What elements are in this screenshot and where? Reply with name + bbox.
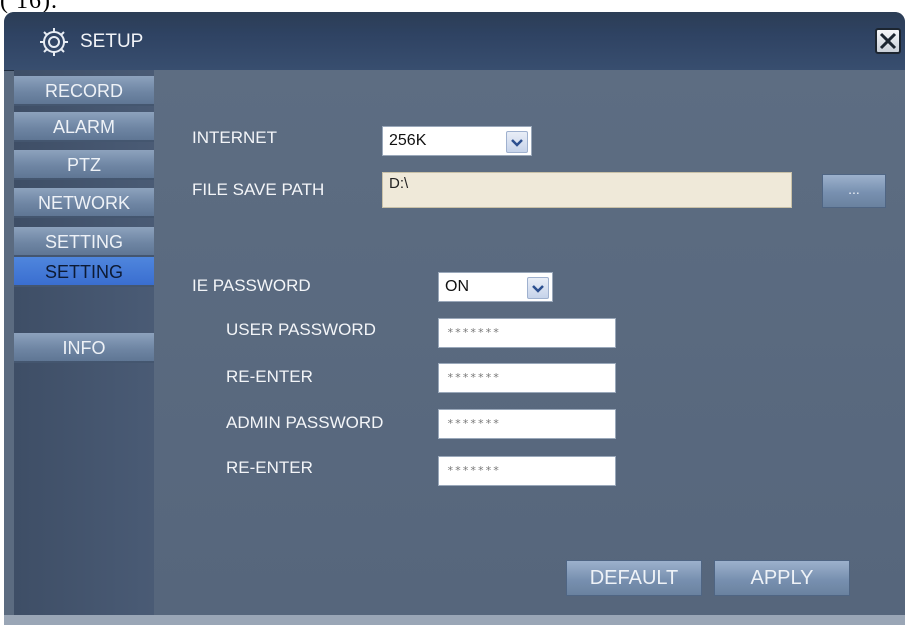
internet-select-value: 256K (389, 132, 427, 149)
sidebar-item-alarm[interactable]: ALARM (14, 112, 154, 142)
sidebar-item-info[interactable]: INFO (14, 333, 154, 363)
sidebar-item-record[interactable]: RECORD (14, 76, 154, 106)
sidebar-item-setting-active[interactable]: SETTING (14, 257, 154, 287)
default-button[interactable]: DEFAULT (566, 560, 702, 596)
setup-window: SETUP RECORD ALARM PTZ NETWORK SETTING S… (4, 12, 905, 625)
file-save-path-label: FILE SAVE PATH (192, 180, 325, 199)
internet-select[interactable]: 256K (382, 126, 532, 156)
apply-button[interactable]: APPLY (714, 560, 850, 596)
file-save-path-field[interactable]: D:\ (382, 172, 792, 208)
ie-password-select-value: ON (445, 278, 469, 295)
sidebar-item-ptz[interactable]: PTZ (14, 150, 154, 180)
window-title: SETUP (80, 31, 144, 52)
admin-reenter-label: RE-ENTER (226, 458, 313, 477)
settings-panel: INTERNET 256K FILE SAVE PATH D:\ ... IE … (154, 70, 905, 615)
admin-password-field[interactable]: ******* (438, 409, 616, 439)
bottom-edge (4, 615, 905, 625)
ie-password-label: IE PASSWORD (192, 276, 311, 295)
title-bar: SETUP (4, 12, 905, 71)
close-button[interactable] (875, 28, 901, 54)
user-reenter-field[interactable]: ******* (438, 363, 616, 393)
user-password-label: USER PASSWORD (226, 320, 376, 339)
gear-icon (40, 28, 68, 56)
user-password-field[interactable]: ******* (438, 318, 616, 348)
sidebar: RECORD ALARM PTZ NETWORK SETTING SETTING… (14, 70, 154, 615)
admin-reenter-field[interactable]: ******* (438, 456, 616, 486)
admin-password-label: ADMIN PASSWORD (226, 413, 384, 432)
ie-password-select[interactable]: ON (438, 272, 553, 302)
chevron-down-icon (506, 131, 528, 153)
chevron-down-icon (527, 277, 549, 299)
user-reenter-label: RE-ENTER (226, 367, 313, 386)
sidebar-item-setting[interactable]: SETTING (14, 227, 154, 257)
browse-button[interactable]: ... (822, 174, 886, 208)
internet-label: INTERNET (192, 128, 277, 147)
sidebar-item-network[interactable]: NETWORK (14, 188, 154, 218)
close-icon (879, 32, 897, 50)
